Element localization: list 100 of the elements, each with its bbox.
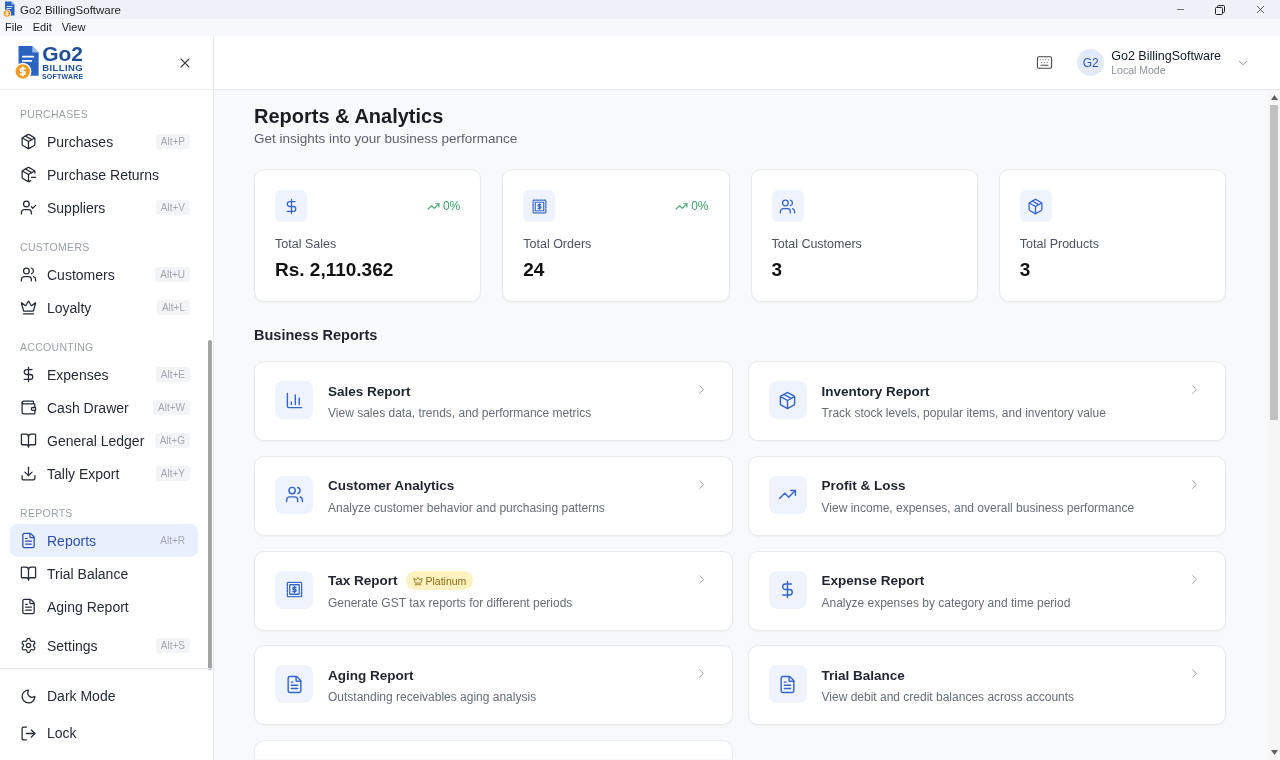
logout-icon [20, 724, 37, 742]
document-icon [20, 532, 37, 549]
window-title: Go2 BillingSoftware [20, 3, 121, 16]
book-icon [20, 565, 37, 582]
report-title: Profit & Loss [821, 478, 906, 494]
page-title: Reports & Analytics [254, 104, 445, 128]
dollar-receipt-icon [275, 570, 313, 609]
crown-icon [20, 299, 37, 316]
sidebar-item[interactable]: Loyalty Alt+L [10, 291, 198, 324]
sidebar-item[interactable]: Tally Export Alt+Y [10, 457, 198, 490]
menu-item[interactable]: Edit [27, 19, 57, 36]
dollar-icon [275, 190, 307, 222]
settings-icon [20, 637, 37, 654]
document-icon [275, 665, 313, 704]
sidebar-item[interactable]: Aging Report [10, 590, 198, 623]
section-heading: PURCHASES [19, 107, 90, 122]
menu-item[interactable]: File [0, 19, 28, 36]
sidebar-item[interactable]: Purchase Returns [10, 158, 198, 191]
trend-value: 0% [442, 199, 461, 213]
report-card[interactable]: Tax Report Platinum Generate GST tax reports for different periods [254, 550, 733, 631]
document-icon [768, 665, 807, 704]
scroll-up-icon[interactable] [1270, 95, 1278, 100]
sidebar-item[interactable]: General Ledger Alt+G [10, 424, 198, 457]
report-title: Expense Report [821, 573, 925, 588]
page-subtitle: Get insights into your business performance [254, 130, 519, 148]
report-description: View sales data, trends, and performance metrics [328, 405, 592, 422]
document-icon [20, 598, 37, 615]
report-description: Analyze customer behavior and purchasing patterns [328, 499, 605, 517]
trending-up-icon [768, 475, 807, 514]
crown-icon [412, 575, 423, 586]
bar-chart-icon [275, 381, 313, 419]
moon-icon [20, 687, 37, 705]
user-name: Go2 BillingSoftware [1111, 48, 1221, 64]
sidebar-item[interactable]: Dark Mode [10, 678, 203, 714]
user-mode: Local Mode [1111, 63, 1167, 77]
report-card[interactable]: Profit & Loss View income, expenses, and overall business performance [747, 455, 1226, 536]
wallet-icon [20, 399, 37, 416]
shortcut-key: Alt+S [155, 638, 190, 653]
shortcut-key: Alt+R [155, 533, 190, 548]
section-heading: REPORTS [19, 506, 74, 521]
section-heading: ACCOUNTING [19, 340, 95, 355]
report-card[interactable]: Inventory Report Track stock levels, popular items, and inventory value [747, 361, 1226, 441]
badge-label: Platinum [425, 574, 467, 587]
users-icon [771, 190, 804, 222]
package-minus-icon [20, 166, 37, 183]
download-icon [20, 465, 37, 482]
menu-item[interactable]: View [56, 19, 91, 36]
avatar[interactable]: G2 [1077, 49, 1105, 76]
shortcut-key: Alt+G [154, 433, 190, 448]
report-title: Sales Report [328, 383, 411, 399]
shortcut-key: Alt+E [155, 367, 190, 382]
stat-value: Rs. 2,110.362 [275, 258, 395, 282]
report-title: Customer Analytics [328, 478, 455, 494]
stat-value: 3 [771, 258, 784, 282]
section-title: Business Reports [254, 326, 379, 345]
report-card[interactable]: Customer Analytics Analyze customer behavior and purchasing patterns [254, 455, 733, 536]
sidebar-item[interactable]: Settings Alt+S [10, 629, 198, 662]
sidebar-item[interactable]: Expenses Alt+E [10, 358, 198, 391]
shortcut-key: Alt+P [155, 134, 190, 149]
stat-label: Total Orders [523, 236, 593, 253]
sidebar-item[interactable]: Purchases Alt+P [10, 125, 198, 158]
report-title: Aging Report [328, 667, 414, 683]
stat-label: Total Customers [771, 236, 863, 253]
user-check-icon [20, 199, 37, 216]
sidebar-item[interactable]: Trial Balance [10, 557, 198, 590]
users-icon [20, 266, 37, 283]
report-card[interactable]: Aging Report Outstanding receivables aging analysis [254, 645, 733, 726]
logo-text: BILLING [42, 63, 84, 73]
scrollbar-thumb[interactable] [1270, 105, 1278, 420]
report-card[interactable]: Trial Balance View debit and credit balances across accounts [747, 645, 1226, 726]
shortcut-key: Alt+Y [155, 466, 190, 481]
report-description: View income, expenses, and overall business performance [821, 499, 1135, 517]
report-card[interactable]: Expense Report Analyze expenses by category and time period [747, 550, 1226, 631]
dollar-receipt-icon [523, 190, 556, 222]
scroll-down-icon[interactable] [1270, 750, 1278, 755]
shortcut-key: Alt+V [155, 200, 190, 215]
stat-label: Total Sales [275, 236, 338, 253]
package-icon [1019, 190, 1052, 222]
logo-icon [13, 44, 41, 81]
keyboard-icon[interactable] [1036, 54, 1054, 71]
logo-text: Go2 [42, 44, 84, 63]
trend-value: 0% [691, 199, 709, 213]
report-title: Inventory Report [821, 383, 930, 399]
sidebar-item[interactable]: Customers Alt+U [10, 258, 198, 291]
stat-value: 24 [523, 258, 546, 282]
stat-label: Total Products [1019, 236, 1100, 253]
scrollbar-thumb[interactable] [208, 340, 212, 670]
sidebar-item[interactable]: Reports Alt+R [10, 524, 198, 557]
sidebar-item[interactable]: Lock [10, 715, 203, 751]
report-description: Analyze expenses by category and time period [821, 594, 1071, 612]
report-description: Outstanding receivables aging analysis [328, 689, 537, 707]
sidebar-item[interactable]: Suppliers Alt+V [10, 191, 198, 224]
stat-value: 3 [1019, 258, 1032, 282]
report-description: View debit and credit balances across accounts [821, 689, 1075, 707]
section-heading: CUSTOMERS [19, 240, 91, 255]
sidebar-item[interactable]: Cash Drawer Alt+W [10, 391, 198, 424]
dollar-icon [768, 570, 807, 609]
package-icon [768, 381, 807, 419]
report-card[interactable]: Sales Report View sales data, trends, and performance metrics [254, 361, 733, 441]
report-description: Generate GST tax reports for different periods [328, 594, 573, 612]
